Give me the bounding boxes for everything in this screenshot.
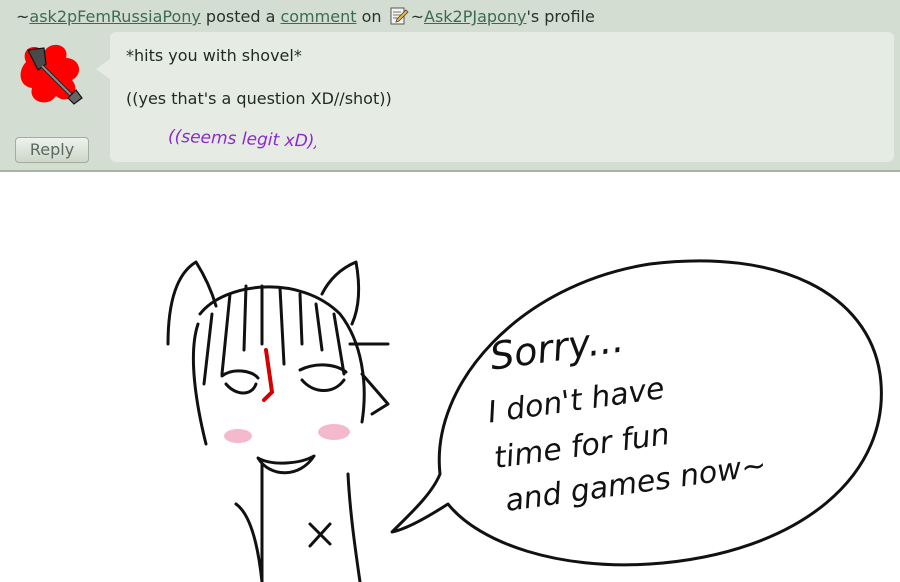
profile-prefix: ~	[410, 7, 424, 26]
handwritten-note: ((seems legit xD))	[168, 127, 316, 152]
reply-button[interactable]: Reply	[15, 137, 89, 163]
profile-suffix: 's profile	[526, 7, 595, 26]
comment-link[interactable]: comment	[280, 7, 356, 26]
comment-text-line-1: *hits you with shovel*	[126, 46, 302, 65]
profile-link[interactable]: Ask2PJapony	[424, 7, 526, 26]
sketch-drawing: Sorry... I don't have time for fun and g…	[166, 259, 883, 582]
on-text: on	[356, 7, 387, 26]
document-edit-icon	[389, 7, 409, 25]
comment-panel: ~ask2pFemRussiaPony posted a comment on …	[0, 0, 900, 172]
avatar[interactable]	[18, 40, 88, 110]
posted-text: posted a	[200, 7, 281, 26]
speech-line-1: Sorry...	[487, 316, 626, 378]
comment-text-line-2: ((yes that's a question XD//shot))	[126, 89, 392, 108]
author-prefix: ~	[16, 7, 30, 26]
comment-header: ~ask2pFemRussiaPony posted a comment on …	[16, 7, 595, 27]
author-link[interactable]: ask2pFemRussiaPony	[29, 7, 200, 26]
handwritten-text: ((seems legit xD))	[168, 127, 316, 152]
shovel-avatar-icon	[20, 44, 83, 105]
bubble-tail	[96, 58, 111, 80]
